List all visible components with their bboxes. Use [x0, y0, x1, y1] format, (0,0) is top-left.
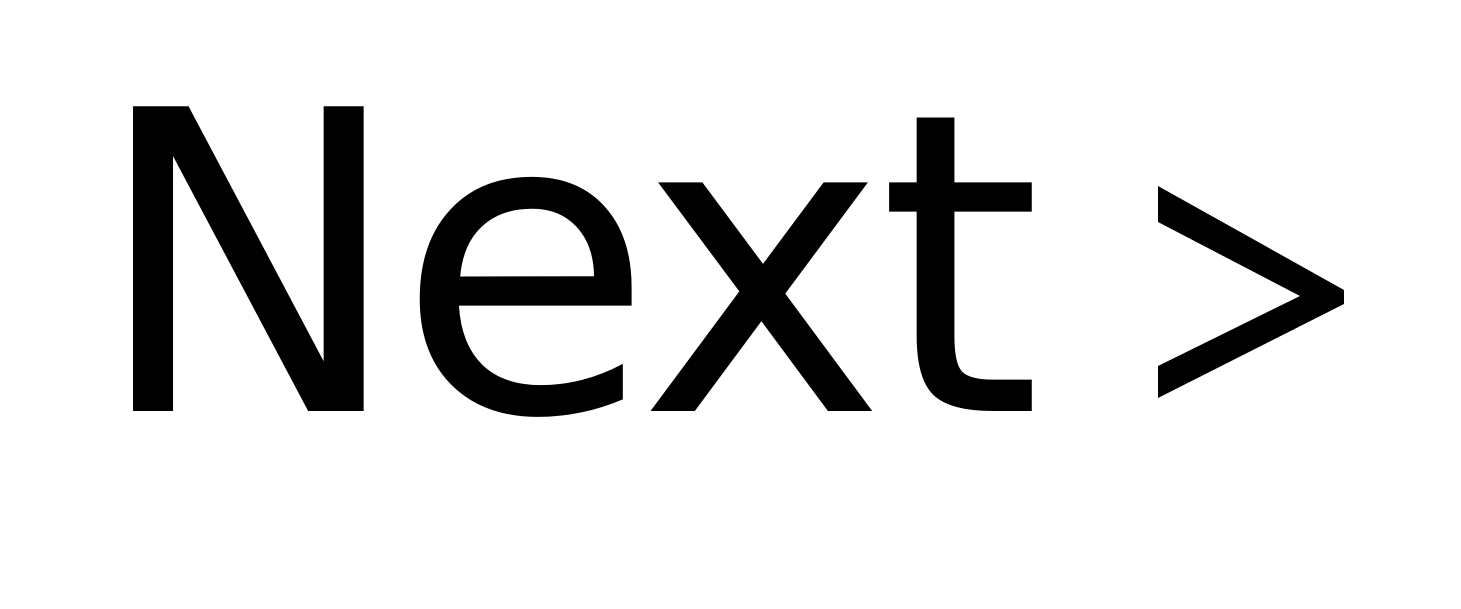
next-button-label: Next: [92, 23, 1042, 510]
chevron-right-icon: [1158, 186, 1344, 398]
next-button[interactable]: Next: [0, 0, 1461, 609]
page: Next: [0, 0, 1461, 609]
